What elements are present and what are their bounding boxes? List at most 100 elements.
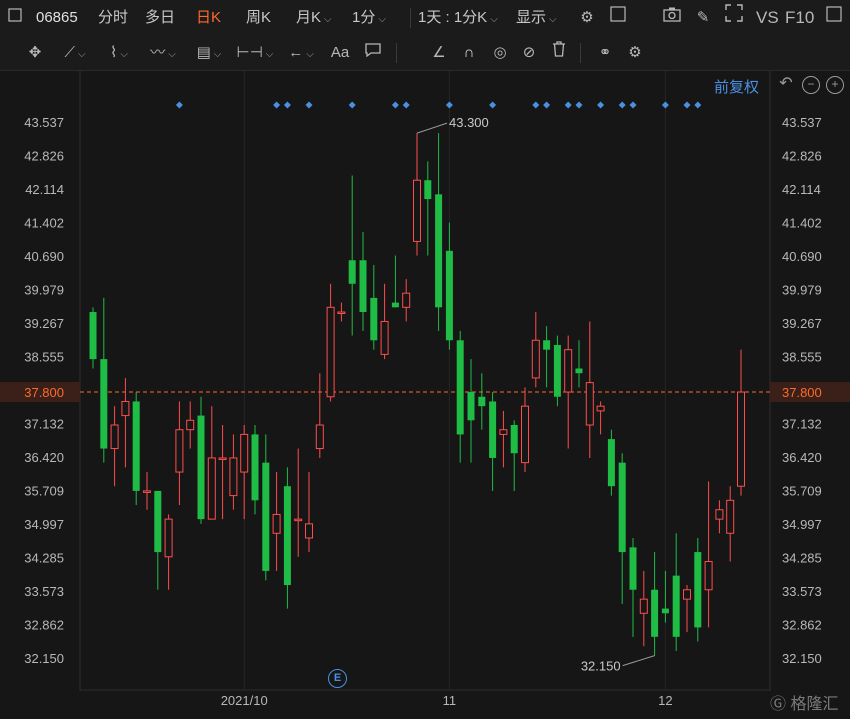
candlestick-chart[interactable]: 43.537 43.537 42.826 42.826 42.114 42.114 41.4… (0, 71, 850, 719)
candle-body-up (704, 561, 713, 591)
more-icon[interactable] (822, 1, 846, 35)
price-tick-right: 41.402 (782, 215, 822, 230)
drawing-toolbar: ✥ ⟋ ⌵ ⌇ ⌵ 〰 ⌵ ▤ ⌵ ⊢⊣ ⌵ ← ⌵ Aa ∠ ∩ ◎ ⊘ ⚭ ⚙ (0, 36, 850, 71)
candle-body-down (132, 401, 140, 491)
event-marker-icon (305, 101, 313, 109)
display-menu[interactable]: 显示 ⌵ (516, 0, 557, 36)
candle-body-down (489, 401, 497, 458)
candle-body-up (305, 523, 313, 539)
settings-icon[interactable]: ⚙ (624, 36, 646, 70)
candle-body-down (672, 575, 680, 637)
text-tool-icon[interactable]: Aa (328, 36, 352, 70)
candle-body-down (370, 297, 378, 341)
price-tick-left: 34.997 (24, 517, 64, 532)
price-tick-left: 39.979 (24, 282, 64, 297)
fullscreen-icon[interactable] (722, 1, 746, 35)
magnet-icon[interactable]: ∩ (458, 36, 480, 70)
price-tick-right: 32.862 (782, 617, 822, 632)
price-tick-right: 42.826 (782, 148, 822, 163)
event-marker-icon (273, 101, 281, 109)
x-axis-label: 11 (443, 693, 457, 708)
event-marker-icon (348, 101, 356, 109)
price-tick-right: 39.267 (782, 316, 822, 331)
low-callout-line (622, 655, 655, 667)
undo-icon[interactable]: ↶ (778, 76, 794, 92)
zoom-in-icon[interactable]: + (826, 76, 844, 94)
chevron-down-icon: ⌵ (490, 14, 498, 25)
tab-monthly-k[interactable]: 月K ⌵ (296, 0, 332, 36)
candle-body-down (283, 486, 291, 586)
candle-body-up (186, 419, 195, 431)
panel-toggle-icon[interactable] (6, 1, 24, 35)
candle-body-up (315, 424, 324, 450)
price-tick-right: 36.420 (782, 450, 822, 465)
tab-multiday[interactable]: 多日 (145, 0, 175, 36)
candle-body-up (596, 405, 605, 412)
event-marker-icon (402, 101, 410, 109)
candle-body-up (380, 320, 389, 355)
polyline-tool-icon[interactable]: ⌇ ⌵ (102, 36, 136, 70)
display-menu-label: 显示 (516, 9, 547, 26)
candle-body-up (294, 518, 303, 522)
eye-icon[interactable]: ◎ (488, 36, 512, 70)
candle-body-down (100, 359, 108, 449)
divider (396, 43, 397, 63)
tab-1min[interactable]: 1分 ⌵ (352, 0, 386, 36)
price-tick-left: 32.150 (24, 651, 64, 666)
vs-button[interactable]: VS (756, 0, 779, 36)
event-badge[interactable]: E (328, 669, 347, 688)
price-tick-right: 39.979 (782, 282, 822, 297)
line-tool-icon[interactable]: ⟋ ⌵ (58, 36, 92, 70)
hide-icon[interactable]: ⊘ (518, 36, 540, 70)
move-icon[interactable]: ✥ (24, 36, 46, 70)
candle-body-down (424, 180, 432, 200)
trash-icon[interactable] (548, 36, 570, 70)
candle-body-down (197, 415, 205, 520)
multi-period-label: 1天 : 1分K (418, 9, 488, 26)
angle-tool-icon[interactable]: ∠ (428, 36, 450, 70)
comment-icon[interactable] (362, 36, 384, 70)
price-tick-left: 37.800 (24, 385, 64, 400)
candle-body-up (402, 292, 411, 308)
candle-body-down (575, 368, 583, 374)
candle-body-up (272, 513, 281, 534)
candle-body-down (478, 396, 486, 407)
candle-body-down (89, 312, 97, 360)
multi-period-select[interactable]: 1天 : 1分K ⌵ (418, 0, 498, 36)
candle-body-down (456, 340, 464, 435)
square-icon[interactable]: ⌵ (606, 1, 630, 59)
zoom-out-icon[interactable]: − (802, 76, 820, 94)
tab-daily-k[interactable]: 日K (196, 0, 221, 36)
candle-body-up (683, 589, 691, 600)
gear-icon[interactable]: ⚙ (576, 1, 598, 35)
price-tick-left: 37.132 (24, 416, 64, 431)
candle-body-down (651, 589, 659, 637)
measure-tool-icon[interactable]: ⊢⊣ ⌵ (236, 36, 274, 70)
camera-icon[interactable] (660, 1, 684, 35)
candle-body-up (499, 429, 508, 435)
candle-body-up (737, 391, 745, 487)
candle-body-down (445, 250, 453, 341)
high-price-label: 43.300 (449, 115, 489, 130)
f10-button[interactable]: F10 (785, 0, 814, 36)
compare-icon[interactable]: ⚭ (590, 36, 620, 70)
event-marker-icon (575, 101, 583, 109)
candle-body-up (715, 509, 724, 520)
wave-tool-icon[interactable]: 〰 ⌵ (146, 36, 180, 70)
price-tick-right: 43.537 (782, 115, 822, 130)
fibonacci-tool-icon[interactable]: ▤ ⌵ (192, 36, 226, 70)
event-marker-icon (445, 101, 453, 109)
price-tick-right: 33.573 (782, 584, 822, 599)
tab-weekly-k[interactable]: 周K (246, 0, 271, 36)
event-marker-icon (661, 101, 669, 109)
chevron-down-icon: ⌵ (549, 14, 557, 25)
price-tick-left: 34.285 (24, 551, 64, 566)
candle-body-up (413, 179, 421, 242)
adjust-mode-label[interactable]: 前复权 (714, 76, 759, 97)
arrow-tool-icon[interactable]: ← ⌵ (284, 36, 318, 70)
candle-body-down (348, 260, 356, 284)
candle-body-up (639, 598, 648, 614)
tab-intraday[interactable]: 分时 (98, 0, 128, 36)
price-tick-left: 42.826 (24, 148, 64, 163)
pencil-icon[interactable]: ✎ (692, 1, 714, 35)
